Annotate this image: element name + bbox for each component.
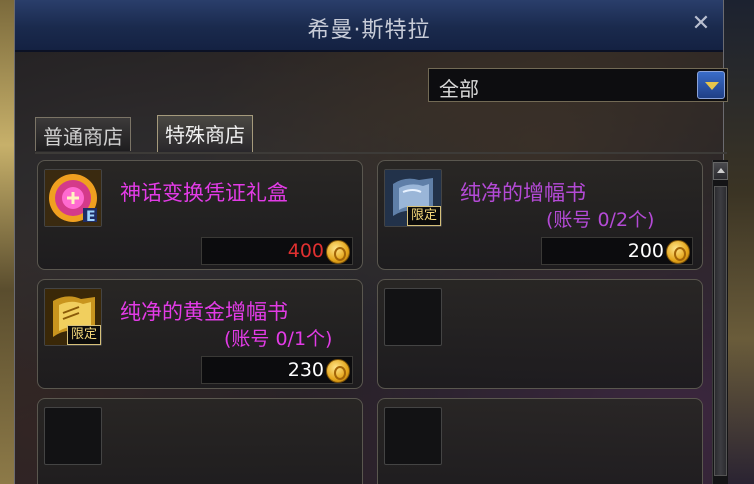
right-edge-art <box>724 0 754 484</box>
close-icon[interactable]: ✕ <box>689 12 713 36</box>
left-edge-art <box>0 0 14 484</box>
shop-window: 希曼·斯特拉 ✕ 全部 普通商店 特殊商店 E 神话变换凭证礼盒 400 限定 … <box>14 0 728 484</box>
item-price: 400 <box>287 240 324 262</box>
scroll-up-icon[interactable] <box>713 162 728 180</box>
empty-icon-slot <box>384 288 442 346</box>
category-filter-dropdown[interactable]: 全部 <box>428 68 728 102</box>
scrollbar-thumb[interactable] <box>714 186 727 476</box>
item-price: 230 <box>287 359 324 381</box>
scrollbar[interactable] <box>712 160 728 484</box>
limited-tag: 限定 <box>66 325 101 345</box>
empty-icon-slot <box>44 407 102 465</box>
price-box: 200 <box>541 237 693 265</box>
chevron-down-icon[interactable] <box>697 71 725 99</box>
empty-item-card <box>377 398 703 484</box>
gold-coin-icon <box>326 240 350 264</box>
price-box: 400 <box>201 237 353 265</box>
gold-coin-icon <box>326 359 350 383</box>
shop-item-card[interactable]: 限定 纯净的黄金增幅书 (账号 0/1个) 230 <box>37 279 363 389</box>
shop-item-card[interactable]: 限定 纯净的增幅书 (账号 0/2个) 200 <box>377 160 703 270</box>
limited-tag: 限定 <box>406 206 441 226</box>
title-bar[interactable]: 希曼·斯特拉 ✕ <box>15 0 723 52</box>
item-price: 200 <box>627 240 664 262</box>
item-icon-slot: 限定 <box>384 169 442 227</box>
item-name: 纯净的黄金增幅书 <box>120 300 288 324</box>
gold-coin-icon <box>666 240 690 264</box>
window-title: 希曼·斯特拉 <box>307 18 431 43</box>
empty-item-card <box>377 279 703 389</box>
tab-divider <box>35 152 727 154</box>
price-box: 230 <box>201 356 353 384</box>
empty-icon-slot <box>384 407 442 465</box>
item-icon-slot: 限定 <box>44 288 102 346</box>
item-icon-slot: E <box>44 169 102 227</box>
item-name: 纯净的增幅书 <box>460 181 586 205</box>
item-purchase-limit: (账号 0/2个) <box>546 209 655 231</box>
svg-text:E: E <box>86 209 96 225</box>
tab-normal-shop[interactable]: 普通商店 <box>35 117 131 151</box>
gift-box-icon: E <box>45 170 101 226</box>
filter-selected-value: 全部 <box>439 77 479 101</box>
tab-special-shop[interactable]: 特殊商店 <box>157 115 253 153</box>
item-purchase-limit: (账号 0/1个) <box>224 328 333 350</box>
empty-item-card <box>37 398 363 484</box>
shop-item-card[interactable]: E 神话变换凭证礼盒 400 <box>37 160 363 270</box>
item-name: 神话变换凭证礼盒 <box>120 181 288 205</box>
